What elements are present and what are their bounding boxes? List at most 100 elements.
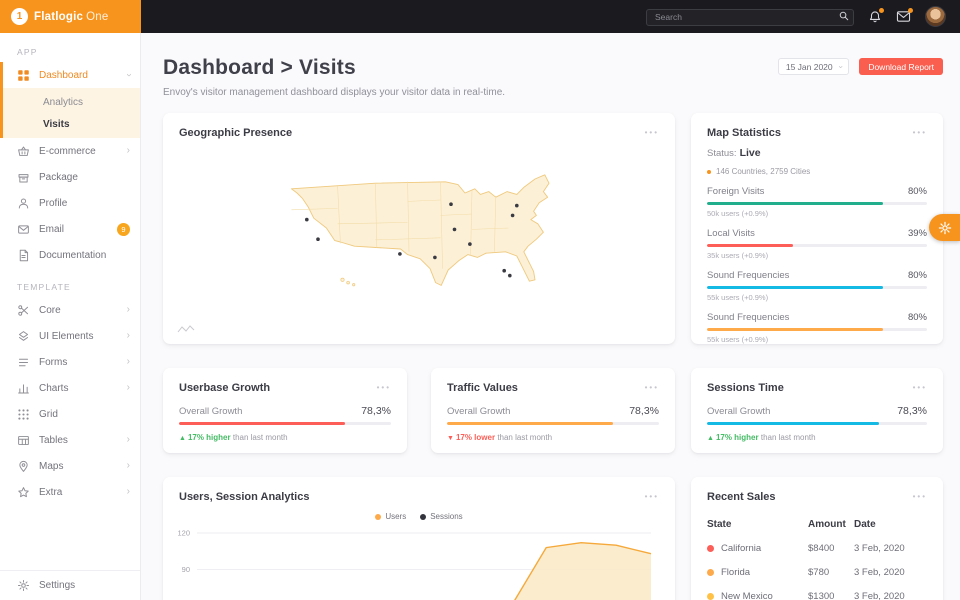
legend-label: Users bbox=[385, 512, 407, 521]
card-users-session-analytics: Users, Session Analytics ••• Users Sessi… bbox=[163, 477, 675, 600]
sidebar-item-package[interactable]: Package bbox=[0, 164, 140, 190]
svg-text:120: 120 bbox=[177, 529, 190, 538]
star-icon bbox=[18, 486, 29, 497]
sidebar-item-extra[interactable]: Extra › bbox=[0, 479, 140, 505]
card-menu-icon[interactable]: ••• bbox=[377, 384, 391, 392]
download-report-button[interactable]: Download Report bbox=[859, 58, 943, 75]
progress-fill bbox=[707, 286, 883, 289]
sidebar-item-settings[interactable]: Settings bbox=[0, 570, 140, 600]
cell-state: California bbox=[721, 542, 762, 554]
progress-track bbox=[707, 328, 927, 331]
sidebar-item-grid[interactable]: Grid bbox=[0, 401, 140, 427]
metric-value: 80% bbox=[907, 270, 927, 281]
sidebar-item-tables[interactable]: Tables › bbox=[0, 427, 140, 453]
metric-sound-frequencies-2: Sound Frequencies 80% 55k users (+0.9%) bbox=[707, 312, 927, 344]
card-menu-icon[interactable]: ••• bbox=[913, 493, 927, 501]
state-dot-icon bbox=[707, 592, 714, 600]
progress-fill bbox=[707, 328, 883, 331]
summary-text: 146 Countries, 2759 Cities bbox=[716, 167, 811, 176]
cell-amount: $780 bbox=[808, 566, 830, 578]
card-title: Map Statistics bbox=[707, 127, 781, 139]
card-userbase-growth: Userbase Growth ••• Overall Growth 78,3% … bbox=[163, 368, 407, 453]
floating-settings-button[interactable] bbox=[929, 214, 960, 241]
sidebar-item-label: Email bbox=[39, 223, 65, 235]
growth-label: Overall Growth bbox=[179, 406, 243, 417]
trend-rest: than last month bbox=[497, 433, 553, 442]
sidebar-item-profile[interactable]: Profile bbox=[0, 190, 140, 216]
sidebar-item-ecommerce[interactable]: E-commerce › bbox=[0, 138, 140, 164]
search-wrap bbox=[646, 7, 854, 26]
cell-date: 3 Feb, 2020 bbox=[854, 542, 905, 554]
legend-dot bbox=[375, 513, 382, 520]
legend-item-sessions[interactable]: Sessions bbox=[420, 512, 463, 521]
card-menu-icon[interactable]: ••• bbox=[913, 129, 927, 137]
metric-sub: 35k users (+0.9%) bbox=[707, 251, 769, 260]
brand-logo[interactable]: 1 Flatlogic One bbox=[0, 0, 141, 33]
cell-date: 3 Feb, 2020 bbox=[854, 590, 905, 600]
progress-fill bbox=[447, 422, 613, 425]
metric-label: Sound Frequencies bbox=[707, 270, 790, 281]
sidebar-item-core[interactable]: Core › bbox=[0, 297, 140, 323]
cell-state: New Mexico bbox=[721, 590, 773, 600]
sidebar-item-visits[interactable]: Visits bbox=[3, 113, 140, 135]
sidebar-item-label: Extra bbox=[39, 486, 63, 498]
metric-foreign-visits: Foreign Visits 80% 50k users (+0.9%) bbox=[707, 186, 927, 218]
table-header: State Amount Date bbox=[707, 512, 927, 536]
layers-icon bbox=[18, 330, 29, 341]
cell-amount: $1300 bbox=[808, 590, 835, 600]
card-sessions-time: Sessions Time ••• Overall Growth 78,3% ▲ 1… bbox=[691, 368, 943, 453]
card-title: Users, Session Analytics bbox=[179, 491, 310, 503]
col-date: Date bbox=[854, 518, 876, 530]
bar-chart-icon bbox=[18, 383, 29, 393]
gear-icon bbox=[938, 221, 951, 234]
card-menu-icon[interactable]: ••• bbox=[645, 493, 659, 501]
search-input[interactable] bbox=[646, 8, 854, 26]
sidebar-item-label: Core bbox=[39, 304, 61, 316]
card-menu-icon[interactable]: ••• bbox=[913, 384, 927, 392]
chevron-right-icon: › bbox=[126, 486, 130, 497]
trend-main: 17% lower bbox=[455, 433, 496, 442]
metric-value: 39% bbox=[907, 228, 927, 239]
legend-label: Sessions bbox=[430, 512, 463, 521]
scissors-icon bbox=[18, 304, 29, 316]
table-icon bbox=[18, 435, 29, 445]
search-icon[interactable] bbox=[839, 11, 849, 21]
progress-track bbox=[707, 286, 927, 289]
document-icon bbox=[19, 249, 29, 261]
sidebar: APP Dashboard › Analytics Visits E-comme… bbox=[0, 33, 141, 600]
notifications-bell-icon[interactable] bbox=[868, 7, 884, 24]
sidebar-item-documentation[interactable]: Documentation bbox=[0, 242, 140, 268]
sidebar-item-email[interactable]: Email 9 bbox=[0, 216, 140, 242]
messages-mail-icon[interactable] bbox=[896, 8, 913, 23]
sidebar-item-analytics[interactable]: Analytics bbox=[3, 91, 140, 113]
sidebar-item-dashboard[interactable]: Dashboard › bbox=[3, 62, 140, 88]
user-avatar[interactable] bbox=[925, 6, 946, 27]
state-dot-icon bbox=[707, 568, 714, 576]
chevron-right-icon: › bbox=[126, 460, 130, 471]
basket-icon bbox=[18, 146, 29, 156]
card-menu-icon[interactable]: ••• bbox=[645, 384, 659, 392]
chevron-right-icon: › bbox=[126, 145, 130, 156]
metric-sub: 55k users (+0.9%) bbox=[707, 293, 769, 302]
us-map[interactable] bbox=[269, 153, 569, 311]
orange-dot-icon bbox=[707, 169, 711, 174]
sidebar-item-charts[interactable]: Charts › bbox=[0, 375, 140, 401]
sidebar-item-ui-elements[interactable]: UI Elements › bbox=[0, 323, 140, 349]
growth-value: 78,3% bbox=[897, 405, 927, 417]
sidebar-item-maps[interactable]: Maps › bbox=[0, 453, 140, 479]
card-title: Traffic Values bbox=[447, 382, 518, 394]
metric-sub: 50k users (+0.9%) bbox=[707, 209, 769, 218]
trend-rest: than last month bbox=[760, 433, 816, 442]
date-selector[interactable]: 15 Jan 2020 › bbox=[777, 58, 850, 75]
area-chart[interactable]: 1209060300 bbox=[171, 525, 659, 600]
card-menu-icon[interactable]: ••• bbox=[645, 129, 659, 137]
col-state: State bbox=[707, 518, 732, 530]
legend-item-users[interactable]: Users bbox=[375, 512, 406, 521]
sidebar-item-label: UI Elements bbox=[39, 330, 94, 342]
notification-dot bbox=[879, 7, 884, 13]
card-geographic-presence: Geographic Presence ••• bbox=[163, 113, 675, 344]
sidebar-item-label: Charts bbox=[39, 382, 69, 394]
progress-fill bbox=[707, 244, 793, 247]
sidebar-item-forms[interactable]: Forms › bbox=[0, 349, 140, 375]
chevron-right-icon: › bbox=[126, 330, 130, 341]
